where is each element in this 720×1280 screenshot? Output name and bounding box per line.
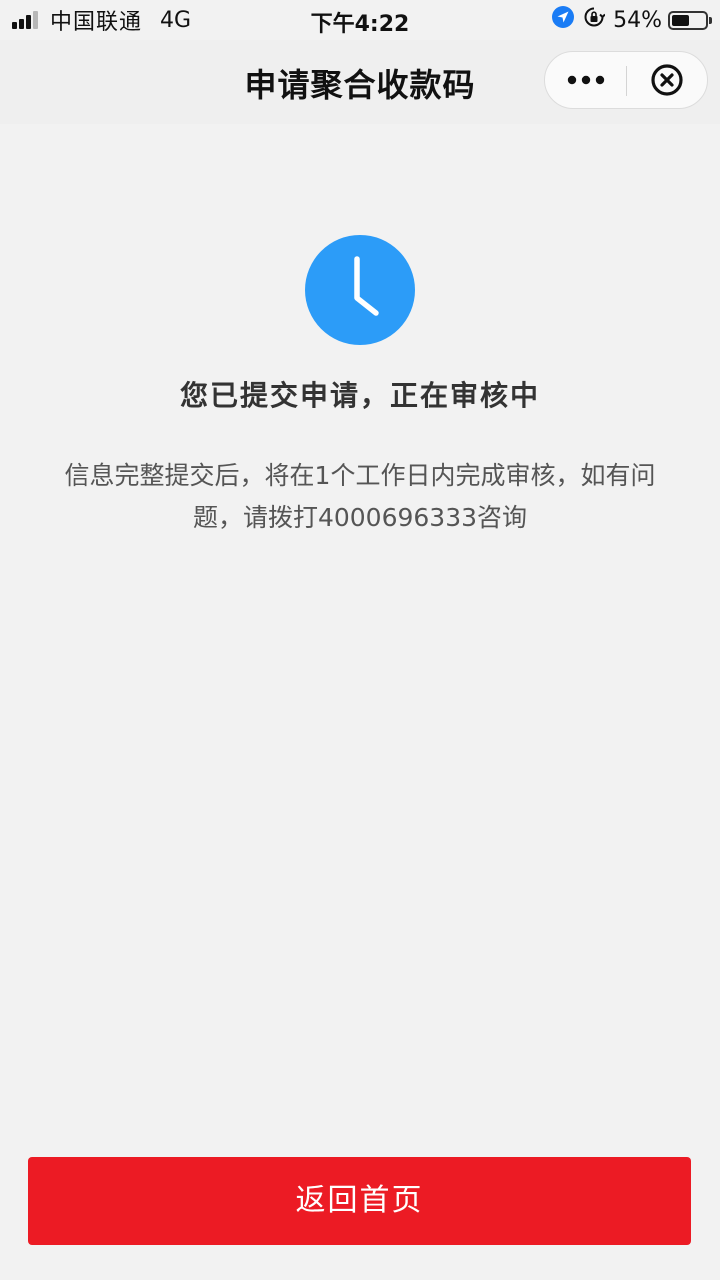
more-dots-icon (567, 75, 604, 85)
battery-level-fill (672, 14, 690, 26)
nav-bar: 申请聚合收款码 (0, 40, 720, 124)
mini-program-capsule (544, 51, 708, 109)
location-arrow-icon (551, 5, 575, 35)
battery-icon (668, 10, 712, 30)
status-right: 54% (551, 5, 712, 35)
battery-percent: 54% (613, 7, 662, 33)
orientation-lock-icon (583, 6, 606, 34)
more-button[interactable] (545, 52, 626, 108)
result-title: 您已提交申请，正在审核中 (179, 379, 540, 412)
status-bar: 中国联通 4G 下午4:22 54% (0, 0, 720, 40)
back-to-home-button[interactable]: 返回首页 (28, 1157, 691, 1245)
clock-icon (305, 235, 415, 345)
result-description: 信息完整提交后，将在1个工作日内完成审核，如有问题，请拨打4000696333咨… (64, 461, 656, 532)
close-circle-icon (651, 64, 683, 96)
close-button[interactable] (627, 52, 707, 108)
